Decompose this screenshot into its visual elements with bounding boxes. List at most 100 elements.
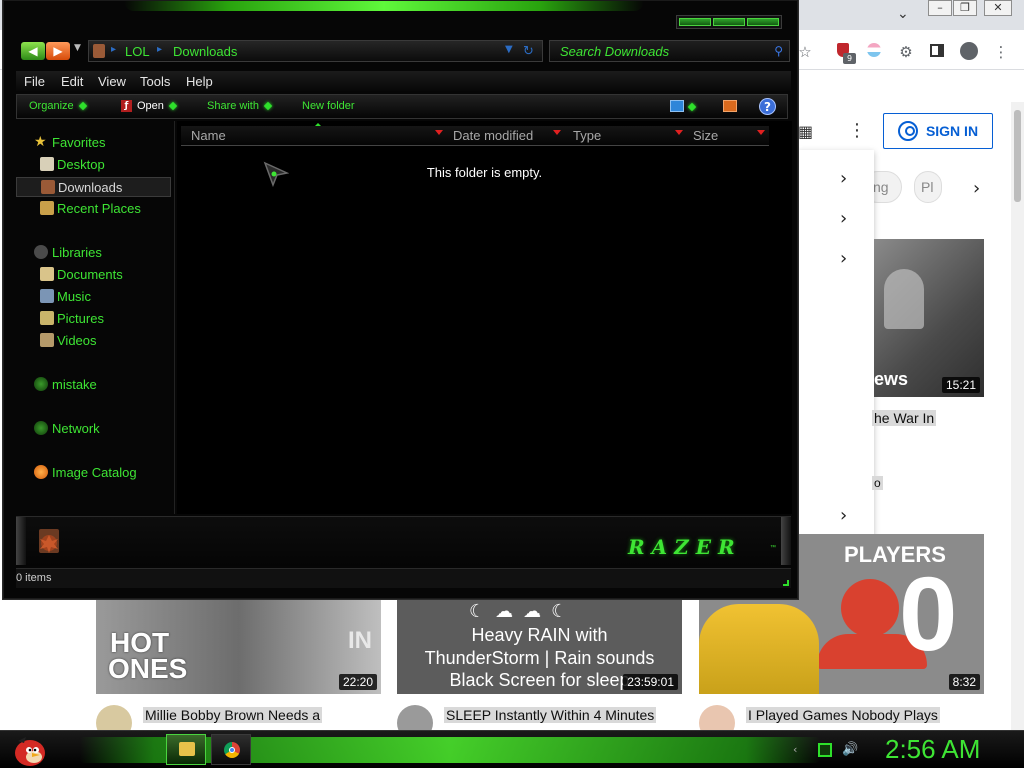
taskbar-clock[interactable]: 2:56 AM [885, 734, 980, 765]
video-title[interactable]: he War In [872, 410, 937, 426]
nav-pictures[interactable]: Pictures [16, 309, 171, 329]
sidepanel-icon[interactable] [927, 42, 947, 62]
column-label: Type [573, 128, 602, 143]
nav-recent-places[interactable]: Recent Places [16, 199, 171, 219]
menu-help[interactable]: Help [186, 74, 213, 89]
extension-flag-icon[interactable] [864, 42, 884, 62]
maximize-button[interactable] [713, 18, 745, 26]
video-duration: 8:32 [948, 674, 980, 690]
address-dropdown-icon[interactable]: ▼ [505, 44, 513, 55]
restore-button[interactable]: ❐ [953, 0, 977, 16]
details-left-edge [16, 517, 26, 565]
organize-button[interactable]: Organize [29, 100, 87, 112]
close-button[interactable] [747, 18, 779, 26]
nav-image-catalog[interactable]: Image Catalog [16, 463, 171, 483]
person-figure [699, 604, 819, 694]
profile-avatar-icon[interactable] [959, 42, 979, 62]
forward-button[interactable]: ▶ [46, 42, 70, 60]
apps-grid-icon[interactable]: ▦ [798, 122, 818, 142]
nav-libraries[interactable]: Libraries [16, 243, 171, 263]
chevron-right-icon[interactable]: › [840, 208, 847, 229]
file-list[interactable]: Name Date modified Type Size This folder… [177, 121, 792, 514]
taskbar-chrome-button[interactable] [211, 734, 251, 765]
chips-next-chevron-icon[interactable]: › [973, 178, 980, 199]
open-button[interactable]: ƒ Open [121, 100, 178, 113]
breadcrumb-separator-icon[interactable]: ▸ [111, 44, 116, 55]
column-header-date[interactable]: Date modified [443, 126, 565, 146]
taskbar-explorer-button[interactable] [166, 734, 206, 765]
new-folder-button[interactable]: New folder [302, 100, 355, 112]
nav-documents[interactable]: Documents [16, 265, 171, 285]
column-dropdown-icon[interactable] [435, 130, 443, 135]
bookmark-star-icon[interactable]: ☆ [795, 42, 815, 62]
video-title[interactable]: SLEEP Instantly Within 4 Minutes [444, 707, 657, 723]
scrollbar-thumb[interactable] [1014, 110, 1021, 202]
menu-bar: File Edit View Tools Help [16, 71, 791, 91]
search-box[interactable]: Search Downloads ⚲ [549, 40, 790, 62]
start-button-angry-bird-icon[interactable] [8, 733, 48, 767]
sign-in-button[interactable]: SIGN IN [883, 113, 993, 149]
recent-pages-dropdown-icon[interactable]: ▼ [74, 43, 81, 53]
video-thumbnail[interactable]: ews 15:21 [874, 239, 984, 397]
pane-splitter[interactable] [174, 121, 175, 514]
nav-music[interactable]: Music [16, 287, 171, 307]
chevron-right-icon[interactable]: › [840, 505, 847, 526]
menu-tools[interactable]: Tools [140, 74, 170, 89]
nav-desktop[interactable]: Desktop [16, 155, 171, 175]
tab-list-chevron-icon[interactable]: ⌄ [897, 6, 909, 22]
channel-avatar[interactable] [96, 705, 132, 730]
channel-avatar[interactable] [397, 705, 433, 730]
breadcrumb-separator-icon[interactable]: ▸ [157, 44, 162, 55]
preview-pane-icon[interactable] [723, 100, 737, 112]
documents-icon [40, 267, 54, 281]
change-view-icon[interactable] [670, 100, 684, 112]
back-button[interactable]: ◀ [21, 42, 45, 60]
chevron-right-icon[interactable]: › [840, 168, 847, 189]
downloads-folder-icon [41, 180, 55, 194]
page-scrollbar[interactable] [1011, 102, 1024, 730]
filter-chip[interactable]: Pl [914, 171, 942, 203]
refresh-icon[interactable]: ↻ [523, 44, 534, 59]
column-dropdown-icon[interactable] [757, 130, 765, 135]
column-dropdown-icon[interactable] [553, 130, 561, 135]
browser-menu-icon[interactable]: ⋮ [991, 42, 1011, 62]
nav-downloads[interactable]: Downloads [16, 177, 171, 197]
tray-expand-icon[interactable]: ‹ [793, 743, 807, 757]
empty-folder-message: This folder is empty. [426, 165, 543, 180]
column-dropdown-icon[interactable] [675, 130, 683, 135]
nav-label: Videos [57, 333, 97, 348]
column-header-size[interactable]: Size [683, 126, 769, 146]
breadcrumb-downloads[interactable]: Downloads [173, 44, 237, 59]
network-tray-icon[interactable] [818, 743, 832, 757]
chevron-right-icon[interactable]: › [840, 248, 847, 269]
video-title[interactable]: I Played Games Nobody Plays [746, 707, 940, 723]
puzzle-extensions-icon[interactable]: ⚙ [896, 42, 916, 62]
channel-avatar[interactable] [699, 705, 735, 730]
address-bar[interactable]: ▸ LOL ▸ Downloads ▼ ↻ [88, 40, 543, 62]
nav-favorites[interactable]: ★ Favorites [16, 133, 171, 153]
details-right-edge [781, 517, 791, 565]
resize-grip[interactable] [783, 580, 789, 586]
menu-file[interactable]: File [24, 74, 45, 89]
video-thumbnail[interactable]: HOT ONES IN 22:20 [96, 599, 381, 694]
video-thumbnail[interactable]: ☾☁☁☾ Heavy RAIN with ThunderStorm | Rain… [397, 599, 682, 694]
column-header-name[interactable]: Name [181, 126, 447, 146]
help-icon[interactable]: ? [759, 98, 776, 115]
search-icon[interactable]: ⚲ [774, 44, 783, 58]
menu-view[interactable]: View [98, 74, 126, 89]
close-button[interactable]: ✕ [984, 0, 1012, 16]
nav-videos[interactable]: Videos [16, 331, 171, 351]
more-vert-icon[interactable]: ⋮ [848, 120, 866, 141]
video-title[interactable]: Millie Bobby Brown Needs a [143, 707, 323, 723]
breadcrumb-lol[interactable]: LOL [125, 44, 150, 59]
desktop-icon [40, 157, 54, 171]
minimize-button[interactable] [679, 18, 711, 26]
menu-edit[interactable]: Edit [61, 74, 83, 89]
minimize-button[interactable]: – [928, 0, 952, 16]
nav-network[interactable]: Network [16, 419, 171, 439]
column-header-type[interactable]: Type [563, 126, 687, 146]
view-dropdown-diamond-icon[interactable] [687, 102, 697, 112]
share-with-button[interactable]: Share with [207, 100, 273, 112]
nav-mistake[interactable]: mistake [16, 375, 171, 395]
volume-icon[interactable]: 🔊 [842, 743, 858, 757]
